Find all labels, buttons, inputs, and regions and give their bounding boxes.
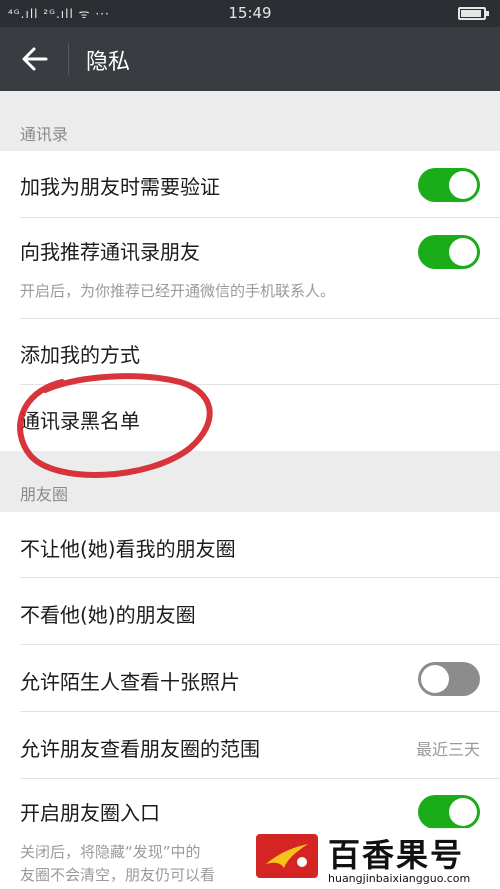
row-hide-their-moments[interactable]: 不看他(她)的朋友圈 [0,578,500,645]
verify-friend-toggle[interactable] [418,168,480,202]
recommend-contacts-toggle[interactable] [418,235,480,269]
row-verify-friend[interactable]: 加我为朋友时需要验证 [0,151,500,218]
status-time: 15:49 [228,4,272,22]
title-divider [68,43,69,75]
row-label: 加我为朋友时需要验证 [20,175,220,199]
row-subtitle: 开启后，为你推荐已经开通微信的手机联系人。 [20,282,336,300]
title-bar: 隐私 [0,27,500,91]
contacts-group: 加我为朋友时需要验证 向我推荐通讯录朋友 开启后，为你推荐已经开通微信的手机联系… [0,151,500,451]
row-hide-my-moments[interactable]: 不让他(她)看我的朋友圈 [0,512,500,578]
section-header-moments: 朋友圈 [20,485,69,504]
row-label: 不看他(她)的朋友圈 [20,603,196,627]
moments-entry-toggle[interactable] [418,795,480,829]
watermark-brand: 百香果号 [328,836,465,874]
section-header-contacts: 通讯录 [20,125,69,144]
row-subtitle-2: 友圈不会清空，朋友仍可以看 [20,866,216,884]
row-subtitle: 关闭后，将隐藏“发现”中的 [20,843,201,861]
row-label: 允许陌生人查看十张照片 [20,670,240,694]
back-arrow-icon[interactable] [20,45,50,73]
row-contacts-blacklist[interactable]: 通讯录黑名单 [0,385,500,451]
stranger-photos-toggle[interactable] [418,662,480,696]
watermark-url: huangjinbaixiangguo.com [328,872,471,885]
brand-logo-icon [256,834,318,878]
page-title: 隐私 [86,50,131,75]
row-label: 不让他(她)看我的朋友圈 [20,537,236,561]
status-bar: ⁴ᴳ.ıll ²ᴳ.ıll ᯤ ··· 15:49 [0,0,500,27]
visible-range-value: 最近三天 [415,740,480,759]
row-stranger-ten-photos[interactable]: 允许陌生人查看十张照片 [0,645,500,712]
row-label: 允许朋友查看朋友圈的范围 [20,737,260,761]
watermark: 百香果号 huangjinbaixiangguo.com [254,828,500,889]
row-add-me-methods[interactable]: 添加我的方式 [0,319,500,385]
row-label: 添加我的方式 [20,343,140,367]
row-recommend-contacts[interactable]: 向我推荐通讯录朋友 开启后，为你推荐已经开通微信的手机联系人。 [0,218,500,319]
row-label: 开启朋友圈入口 [20,801,160,825]
row-label: 向我推荐通讯录朋友 [20,240,200,264]
row-label: 通讯录黑名单 [20,409,140,433]
battery-icon [458,7,489,20]
row-moments-visible-range[interactable]: 允许朋友查看朋友圈的范围 最近三天 [0,712,500,779]
